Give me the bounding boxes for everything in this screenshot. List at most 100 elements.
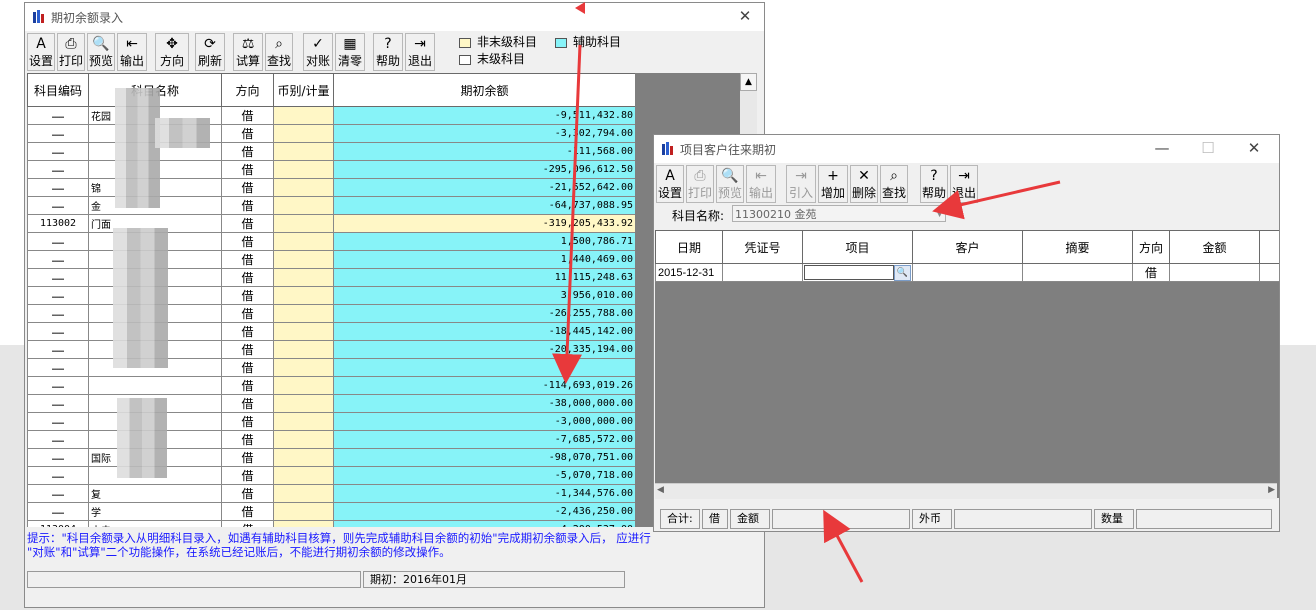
toolbar-button-export[interactable]: ⇤ 输出 (117, 33, 147, 71)
cell-amount[interactable]: -295,096,612.50 (333, 160, 635, 179)
toolbar-button-find[interactable]: ⌕ 查找 (880, 165, 908, 203)
cell-amount[interactable]: -111,568.00 (333, 142, 635, 161)
toolbar-button-find[interactable]: ⌕ 查找 (265, 33, 293, 71)
cell-name[interactable]: 学 (88, 502, 222, 521)
cell-currency[interactable] (273, 358, 334, 377)
toolbar-button-settings[interactable]: A 设置 (27, 33, 55, 71)
cell-amount[interactable]: 3,956,010.00 (333, 286, 635, 305)
toolbar-button-import[interactable]: ⇥ 引入 (786, 165, 816, 203)
cell-currency[interactable] (273, 250, 334, 269)
cell-currency[interactable] (273, 394, 334, 413)
cell-direction[interactable]: 借 (221, 502, 274, 521)
cell-direction[interactable]: 借 (1132, 263, 1170, 282)
toolbar-button-direction[interactable]: ✥ 方向 (155, 33, 189, 71)
toolbar-button-preview[interactable]: 🔍 预览 (716, 165, 744, 203)
cell-direction[interactable]: 借 (221, 448, 274, 467)
cell-currency[interactable] (273, 520, 334, 527)
cell-direction[interactable]: 借 (221, 412, 274, 431)
cell-currency[interactable] (273, 322, 334, 341)
cell-direction[interactable]: 借 (221, 142, 274, 161)
cell-currency[interactable] (273, 232, 334, 251)
cell-currency[interactable] (273, 178, 334, 197)
cell-code[interactable]: 113004 (27, 520, 89, 527)
minimize-icon[interactable]: — (1149, 138, 1175, 158)
cell-summary[interactable] (1022, 263, 1133, 282)
cell-amount[interactable] (1169, 263, 1260, 282)
cell-code[interactable]: …… (27, 160, 89, 179)
cell-direction[interactable]: 借 (221, 466, 274, 485)
cell-name[interactable] (88, 376, 222, 395)
toolbar-button-help[interactable]: ? 帮助 (920, 165, 948, 203)
cell-currency[interactable] (273, 160, 334, 179)
cell-code[interactable]: …… (27, 358, 89, 377)
cell-direction[interactable]: 借 (221, 196, 274, 215)
cell-direction[interactable]: 借 (221, 106, 274, 125)
cell-code[interactable]: …… (27, 484, 89, 503)
cell-amount[interactable]: -3,000,000.00 (333, 412, 635, 431)
col-header-customer[interactable]: 客户 (912, 230, 1023, 264)
cell-code[interactable]: …… (27, 124, 89, 143)
toolbar-button-exit[interactable]: ⇥ 退出 (405, 33, 435, 71)
toolbar-button-balance[interactable]: ⚖ 试算 (233, 33, 263, 71)
table-row[interactable]: …… 复借 -1,344,576.00 (27, 484, 635, 503)
toolbar-button-preview[interactable]: 🔍 预览 (87, 33, 115, 71)
cell-currency[interactable] (273, 142, 334, 161)
cell-name[interactable]: 水电 (88, 520, 222, 527)
cell-direction[interactable]: 借 (221, 376, 274, 395)
toolbar-button-exit[interactable]: ⇥ 退出 (950, 165, 978, 203)
cell-currency[interactable] (273, 106, 334, 125)
cell-project[interactable]: 🔍 (802, 263, 913, 282)
cell-amount[interactable]: -1,344,576.00 (333, 484, 635, 503)
col-header-amount[interactable]: 金额 (1169, 230, 1260, 264)
cell-direction[interactable]: 借 (221, 484, 274, 503)
cell-direction[interactable]: 借 (221, 124, 274, 143)
col-header-direction[interactable]: 方向 (1132, 230, 1170, 264)
cell-amount[interactable]: -3,302,794.00 (333, 124, 635, 143)
cell-direction[interactable]: 借 (221, 520, 274, 527)
toolbar-button-export[interactable]: ⇤ 输出 (746, 165, 776, 203)
col-header-direction[interactable]: 方向 (221, 73, 274, 107)
toolbar-button-delete[interactable]: ✕ 删除 (850, 165, 878, 203)
cell-amount[interactable]: -5,070,718.00 (333, 466, 635, 485)
cell-currency[interactable] (273, 304, 334, 323)
cell-currency[interactable] (273, 376, 334, 395)
cell-direction[interactable]: 借 (221, 430, 274, 449)
cell-currency[interactable] (273, 484, 334, 503)
cell-code[interactable]: …… (27, 232, 89, 251)
cell-direction[interactable]: 借 (221, 358, 274, 377)
project-input[interactable] (804, 265, 894, 280)
cell-code[interactable]: …… (27, 322, 89, 341)
horizontal-scrollbar[interactable]: ◀ ▶ (655, 483, 1277, 499)
cell-direction[interactable]: 借 (221, 322, 274, 341)
table-row[interactable]: …… 学借 -2,436,250.00 (27, 502, 635, 521)
toolbar-button-help[interactable]: ? 帮助 (373, 33, 403, 71)
close-icon[interactable]: ✕ (1241, 138, 1267, 158)
cell-amount[interactable]: -114,693,019.26 (333, 376, 635, 395)
cell-code[interactable]: …… (27, 448, 89, 467)
cell-code[interactable]: …… (27, 304, 89, 323)
cell-currency[interactable] (273, 340, 334, 359)
cell-code[interactable]: …… (27, 430, 89, 449)
cell-direction[interactable]: 借 (221, 304, 274, 323)
cell-code[interactable]: …… (27, 142, 89, 161)
table-row[interactable]: …… 借 -114,693,019.26 (27, 376, 635, 395)
cell-currency[interactable] (273, 268, 334, 287)
cell-direction[interactable]: 借 (221, 340, 274, 359)
cell-code[interactable]: …… (27, 286, 89, 305)
cell-amount[interactable]: -21,552,642.00 (333, 178, 635, 197)
cell-direction[interactable]: 借 (221, 268, 274, 287)
search-icon[interactable]: 🔍 (894, 265, 911, 281)
cell-direction[interactable]: 借 (221, 232, 274, 251)
scroll-up-icon[interactable]: ▲ (740, 73, 757, 91)
cell-amount[interactable]: -38,000,000.00 (333, 394, 635, 413)
cell-amount[interactable]: -98,070,751.00 (333, 448, 635, 467)
cell-code[interactable]: …… (27, 268, 89, 287)
scroll-left-icon[interactable]: ◀ (657, 485, 664, 495)
cell-name[interactable]: 复 (88, 484, 222, 503)
table-row[interactable]: 2015-12-31 🔍 借 (655, 263, 1279, 282)
cell-direction[interactable]: 借 (221, 178, 274, 197)
toolbar-button-settings[interactable]: A 设置 (656, 165, 684, 203)
col-header-voucher[interactable]: 凭证号 (722, 230, 803, 264)
cell-amount[interactable]: -4,200,537.00 (333, 520, 635, 527)
cell-amount[interactable]: -20,335,194.00 (333, 340, 635, 359)
